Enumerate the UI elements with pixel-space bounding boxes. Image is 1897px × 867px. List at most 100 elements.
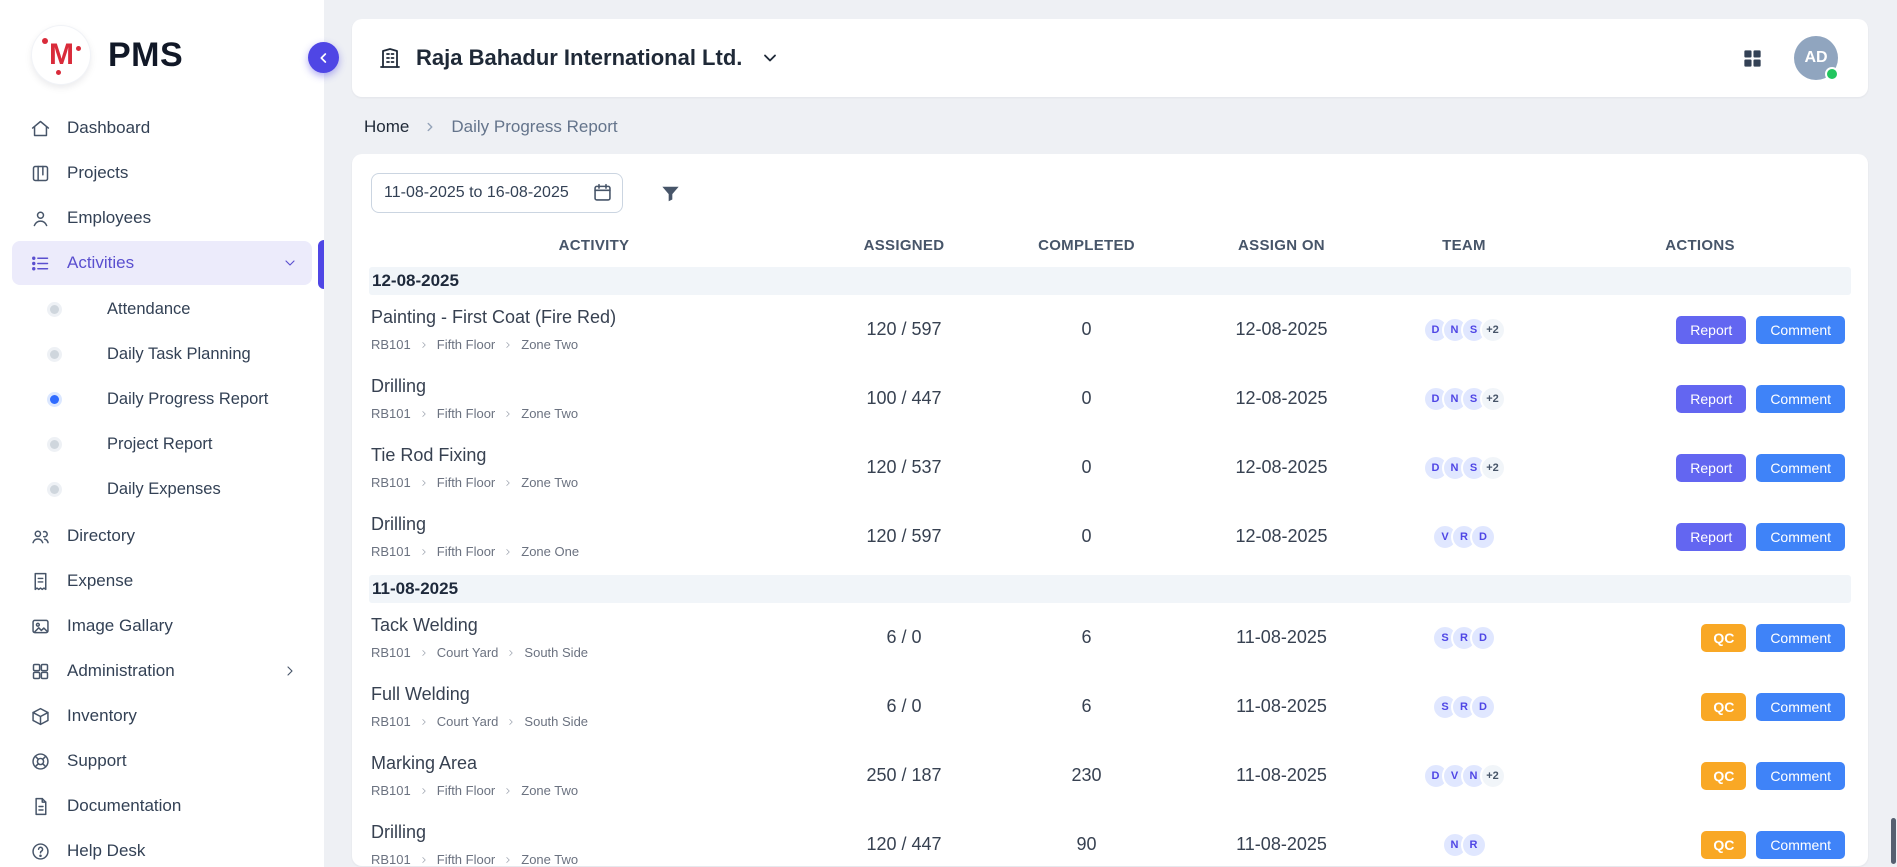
- comment-button[interactable]: Comment: [1756, 831, 1845, 859]
- report-button[interactable]: Report: [1676, 385, 1746, 413]
- team-more-badge[interactable]: +2: [1480, 317, 1506, 343]
- breadcrumb-current: Daily Progress Report: [451, 117, 617, 137]
- actions-cell: QC Comment: [1549, 693, 1851, 721]
- chevron-right-icon: [419, 340, 429, 350]
- completed-value: 0: [989, 457, 1184, 478]
- activity-path: RB101Fifth FloorZone Two: [371, 406, 819, 421]
- date-range-input[interactable]: [371, 173, 623, 213]
- completed-value: 230: [989, 765, 1184, 786]
- chevron-right-icon: [419, 786, 429, 796]
- activity-path: RB101Fifth FloorZone One: [371, 544, 819, 559]
- comment-button[interactable]: Comment: [1756, 385, 1845, 413]
- sidebar-item-directory[interactable]: Directory: [12, 514, 312, 558]
- path-segment: RB101: [371, 852, 411, 866]
- sidebar-item-dashboard[interactable]: Dashboard: [12, 106, 312, 150]
- logo-icon: M: [32, 26, 90, 84]
- apps-grid-icon[interactable]: [1741, 47, 1764, 70]
- sidebar-item-documentation[interactable]: Documentation: [12, 784, 312, 828]
- comment-button[interactable]: Comment: [1756, 454, 1845, 482]
- table-row: Drilling RB101Fifth FloorZone One 120 / …: [369, 502, 1851, 571]
- comment-button[interactable]: Comment: [1756, 624, 1845, 652]
- chevron-right-icon: [282, 663, 298, 679]
- sidebar-item-support[interactable]: Support: [12, 739, 312, 783]
- activity-cell: Marking Area RB101Fifth FloorZone Two: [369, 753, 819, 798]
- path-segment: Zone Two: [521, 475, 578, 490]
- team-avatars: DNS+2: [1423, 317, 1506, 343]
- path-segment: RB101: [371, 783, 411, 798]
- activity-path: RB101Fifth FloorZone Two: [371, 783, 819, 798]
- sidebar-item-label: Activities: [67, 253, 134, 273]
- gallery-icon: [30, 616, 51, 637]
- sidebar-item-label: Expense: [67, 571, 133, 591]
- sidebar-subitem-daily-expenses[interactable]: Daily Expenses: [12, 467, 312, 512]
- chevron-right-icon: [503, 786, 513, 796]
- column-header-actions: ACTIONS: [1549, 237, 1851, 254]
- bullet-icon: [50, 485, 59, 494]
- activity-path: RB101Fifth FloorZone Two: [371, 475, 819, 490]
- path-segment: RB101: [371, 475, 411, 490]
- team-more-badge[interactable]: +2: [1480, 455, 1506, 481]
- report-button[interactable]: Report: [1676, 454, 1746, 482]
- sidebar-item-activities[interactable]: Activities: [12, 241, 312, 285]
- completed-value: 90: [989, 834, 1184, 855]
- calendar-icon[interactable]: [592, 182, 613, 203]
- qc-button[interactable]: QC: [1701, 762, 1746, 790]
- qc-button[interactable]: QC: [1701, 831, 1746, 859]
- qc-button[interactable]: QC: [1701, 693, 1746, 721]
- comment-button[interactable]: Comment: [1756, 693, 1845, 721]
- assign-on-value: 11-08-2025: [1184, 834, 1379, 855]
- actions-cell: Report Comment: [1549, 454, 1851, 482]
- path-segment: Zone Two: [521, 406, 578, 421]
- sidebar-item-employees[interactable]: Employees: [12, 196, 312, 240]
- column-header-assigned: ASSIGNED: [819, 237, 989, 254]
- assigned-value: 250 / 187: [819, 765, 989, 786]
- qc-button[interactable]: QC: [1701, 624, 1746, 652]
- table-row: Marking Area RB101Fifth FloorZone Two 25…: [369, 741, 1851, 810]
- sidebar-subitem-daily-task-planning[interactable]: Daily Task Planning: [12, 332, 312, 377]
- sidebar-item-projects[interactable]: Projects: [12, 151, 312, 195]
- report-card: ACTIVITYASSIGNEDCOMPLETEDASSIGN ONTEAMAC…: [352, 154, 1868, 866]
- team-more-badge[interactable]: +2: [1480, 386, 1506, 412]
- scrollbar-thumb[interactable]: [1891, 818, 1896, 864]
- team-member-avatar: D: [1470, 625, 1496, 651]
- path-segment: Fifth Floor: [437, 852, 496, 866]
- app-screen: M PMS DashboardProjects Employees Activiti…: [0, 0, 1897, 867]
- path-segment: Zone One: [521, 544, 579, 559]
- sidebar-item-image-gallary[interactable]: Image Gallary: [12, 604, 312, 648]
- app-name: PMS: [108, 36, 183, 75]
- sidebar-collapse-button[interactable]: [308, 42, 339, 73]
- report-button[interactable]: Report: [1676, 316, 1746, 344]
- comment-button[interactable]: Comment: [1756, 762, 1845, 790]
- sidebar: M PMS DashboardProjects Employees Activiti…: [0, 0, 324, 867]
- sidebar-subitem-daily-progress-report[interactable]: Daily Progress Report: [12, 377, 312, 422]
- breadcrumb-home[interactable]: Home: [364, 117, 409, 137]
- path-segment: Fifth Floor: [437, 337, 496, 352]
- chevron-right-icon: [503, 478, 513, 488]
- sidebar-item-administration[interactable]: Administration: [12, 649, 312, 693]
- sidebar-item-label: Employees: [67, 208, 151, 228]
- filter-icon[interactable]: [659, 182, 682, 205]
- activity-path: RB101Fifth FloorZone Two: [371, 852, 819, 866]
- company-selector[interactable]: Raja Bahadur International Ltd.: [378, 45, 780, 71]
- table-row: Drilling RB101Fifth FloorZone Two 100 / …: [369, 364, 1851, 433]
- sidebar-item-inventory[interactable]: Inventory: [12, 694, 312, 738]
- path-segment: RB101: [371, 337, 411, 352]
- path-segment: Fifth Floor: [437, 406, 496, 421]
- sidebar-item-help-desk[interactable]: Help Desk: [12, 829, 312, 867]
- chevron-right-icon: [503, 340, 513, 350]
- chevron-right-icon: [506, 717, 516, 727]
- user-avatar[interactable]: AD: [1794, 36, 1838, 80]
- path-segment: South Side: [524, 645, 588, 660]
- activity-cell: Full Welding RB101Court YardSouth Side: [369, 684, 819, 729]
- path-segment: South Side: [524, 714, 588, 729]
- sidebar-item-expense[interactable]: Expense: [12, 559, 312, 603]
- comment-button[interactable]: Comment: [1756, 316, 1845, 344]
- sidebar-subitem-project-report[interactable]: Project Report: [12, 422, 312, 467]
- inventory-icon: [30, 706, 51, 727]
- team-member-avatar: R: [1461, 832, 1487, 858]
- activity-title: Painting - First Coat (Fire Red): [371, 307, 819, 328]
- sidebar-subitem-attendance[interactable]: Attendance: [12, 287, 312, 332]
- report-button[interactable]: Report: [1676, 523, 1746, 551]
- team-more-badge[interactable]: +2: [1480, 763, 1506, 789]
- comment-button[interactable]: Comment: [1756, 523, 1845, 551]
